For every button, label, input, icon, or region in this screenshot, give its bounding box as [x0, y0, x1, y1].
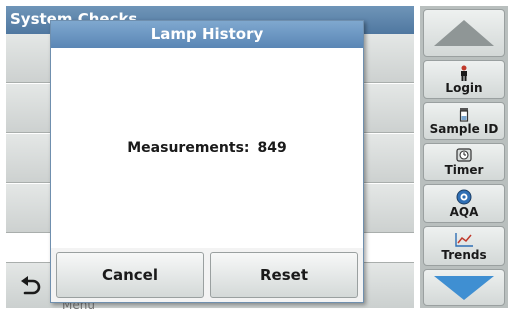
- timer-icon: [456, 147, 472, 163]
- up-arrow-icon: [434, 20, 494, 46]
- timer-button[interactable]: Timer: [423, 143, 505, 181]
- aqa-button[interactable]: AQA: [423, 184, 505, 223]
- measurements-value: 849: [257, 140, 287, 156]
- measurements-readout: Measurements: 849: [127, 140, 286, 156]
- trends-label: Trends: [441, 248, 487, 262]
- tool-sidebar: Login Sample ID Timer AQA Trends: [420, 6, 508, 308]
- login-label: Login: [445, 81, 483, 95]
- aqa-icon: [456, 189, 472, 205]
- scroll-up-button[interactable]: [423, 9, 505, 57]
- back-arrow-icon: [21, 276, 41, 295]
- reset-button[interactable]: Reset: [210, 252, 358, 298]
- person-icon: [458, 65, 470, 81]
- sample-id-label: Sample ID: [429, 122, 499, 136]
- scroll-down-button[interactable]: [423, 269, 505, 306]
- back-button[interactable]: [10, 270, 50, 304]
- dialog-title: Lamp History: [51, 21, 363, 48]
- instrument-screen: System Checks e Menu: [0, 0, 512, 311]
- measurements-label: Measurements:: [127, 140, 250, 156]
- lamp-history-dialog: Lamp History Measurements: 849 Cancel Res…: [50, 20, 364, 303]
- trend-chart-icon: [454, 232, 474, 248]
- timer-label: Timer: [444, 163, 484, 177]
- login-button[interactable]: Login: [423, 60, 505, 99]
- dialog-footer: Cancel Reset: [51, 248, 363, 302]
- cancel-button[interactable]: Cancel: [56, 252, 204, 298]
- sample-id-button[interactable]: Sample ID: [423, 102, 505, 140]
- trends-button[interactable]: Trends: [423, 226, 505, 266]
- sample-vial-icon: [458, 106, 470, 122]
- down-arrow-icon: [434, 275, 494, 300]
- aqa-label: AQA: [449, 205, 479, 219]
- dialog-body: Measurements: 849: [51, 48, 363, 248]
